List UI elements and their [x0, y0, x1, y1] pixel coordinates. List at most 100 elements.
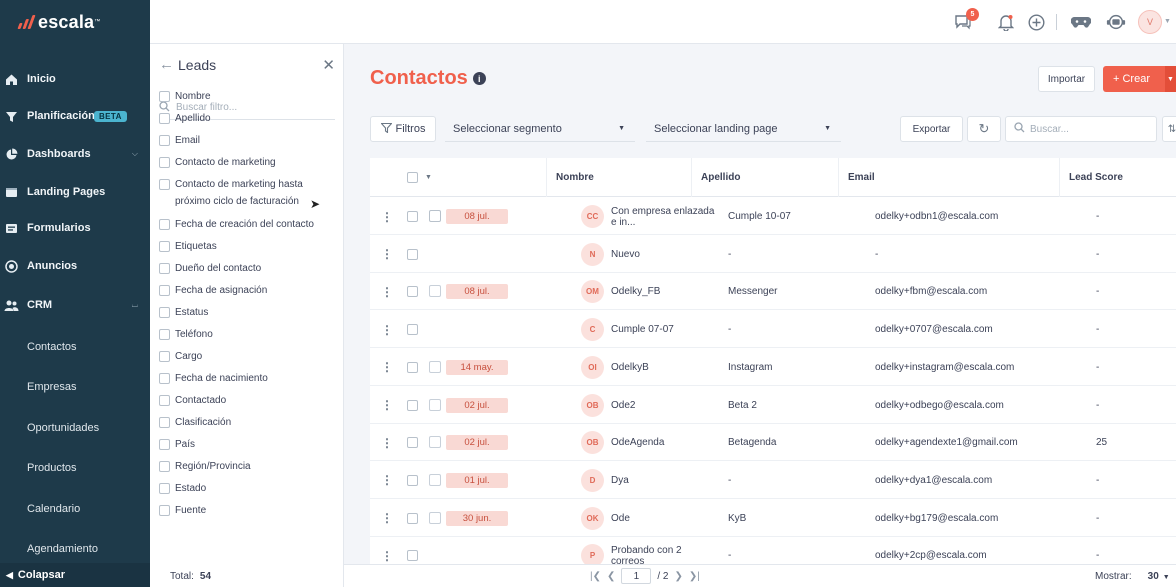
- filter-field-checkbox[interactable]: [159, 395, 170, 406]
- sidebar-item-oportunidades[interactable]: Oportunidades: [0, 415, 150, 441]
- row-menu-icon[interactable]: ⋮: [381, 424, 393, 461]
- filter-field-checkbox[interactable]: [159, 91, 170, 102]
- filter-field-checkbox[interactable]: [159, 241, 170, 252]
- filter-field-item[interactable]: Fecha de asignación: [159, 282, 339, 299]
- table-row[interactable]: ⋮ 02 jul. OB Ode2 Beta 2 odelky+odbego@escala…: [370, 387, 1176, 424]
- messages-button[interactable]: 5: [953, 8, 979, 32]
- import-button[interactable]: Importar: [1038, 66, 1095, 92]
- filter-field-checkbox[interactable]: [159, 157, 170, 168]
- filter-field-item[interactable]: Dueño del contacto: [159, 260, 339, 277]
- add-button[interactable]: [1026, 12, 1046, 32]
- caret-down-icon[interactable]: ▼: [425, 174, 432, 181]
- column-lead-score[interactable]: Lead Score: [1059, 158, 1176, 197]
- filter-field-checkbox[interactable]: [159, 373, 170, 384]
- filter-field-item[interactable]: Fecha de nacimiento: [159, 370, 339, 387]
- games-button[interactable]: [1071, 12, 1091, 32]
- sidebar-item-landing-pages[interactable]: Landing Pages: [0, 179, 150, 205]
- filter-field-checkbox[interactable]: [159, 351, 170, 362]
- chevron-down-icon[interactable]: ▼: [1165, 66, 1176, 92]
- row-checkbox[interactable]: [407, 474, 418, 486]
- filters-button[interactable]: Filtros: [370, 116, 436, 142]
- filter-field-item[interactable]: País: [159, 436, 339, 453]
- filter-field-item[interactable]: Contacto de marketing: [159, 154, 339, 171]
- filter-field-item[interactable]: Teléfono: [159, 326, 339, 343]
- contact-name[interactable]: Con empresa enlazada e in...: [611, 198, 715, 235]
- sidebar-item-formularios[interactable]: Formularios: [0, 215, 150, 241]
- row-menu-icon[interactable]: ⋮: [381, 349, 393, 386]
- row-checkbox[interactable]: [407, 248, 418, 260]
- task-icon[interactable]: [429, 360, 441, 373]
- row-checkbox[interactable]: [407, 361, 418, 373]
- sidebar-item-contactos[interactable]: Contactos: [0, 334, 150, 360]
- filter-field-checkbox[interactable]: [159, 329, 170, 340]
- task-icon[interactable]: [429, 511, 441, 524]
- prev-page-icon[interactable]: ❮: [607, 571, 615, 582]
- landing-page-select[interactable]: Seleccionar landing page ▼: [646, 116, 841, 142]
- filter-field-checkbox[interactable]: [159, 461, 170, 472]
- sidebar-item-calendario[interactable]: Calendario: [0, 496, 150, 522]
- contacts-search-input[interactable]: [1030, 123, 1140, 135]
- columns-button[interactable]: ⇅: [1162, 116, 1176, 142]
- support-button[interactable]: [1106, 12, 1126, 32]
- column-apellido[interactable]: Apellido: [691, 158, 838, 197]
- filter-field-checkbox[interactable]: [159, 439, 170, 450]
- create-button[interactable]: + Crear ▼: [1103, 66, 1176, 92]
- filter-field-checkbox[interactable]: [159, 219, 170, 230]
- page-size-select[interactable]: 30: [1148, 571, 1159, 582]
- sidebar-item-dashboards[interactable]: Dashboards ⌵: [0, 141, 150, 167]
- filter-field-item[interactable]: Región/Provincia: [159, 458, 339, 475]
- filter-field-item[interactable]: Apellido: [159, 110, 339, 127]
- table-row[interactable]: ⋮ 08 jul. CC Con empresa enlazada e in... Cu…: [370, 198, 1176, 235]
- row-menu-icon[interactable]: ⋮: [381, 387, 393, 424]
- contact-name[interactable]: Probando con 2 correos: [611, 537, 715, 564]
- clipboard-icon[interactable]: [429, 210, 441, 222]
- row-menu-icon[interactable]: ⋮: [381, 273, 393, 310]
- row-checkbox[interactable]: [407, 437, 418, 449]
- last-page-icon[interactable]: ❯|: [689, 571, 700, 582]
- table-row[interactable]: ⋮ 02 jul. OB OdeAgenda Betagenda odelky+agend…: [370, 424, 1176, 462]
- filter-field-checkbox[interactable]: [159, 307, 170, 318]
- column-nombre[interactable]: Nombre: [546, 158, 691, 197]
- sidebar-item-empresas[interactable]: Empresas: [0, 374, 150, 400]
- table-row[interactable]: ⋮ 01 jul. D Dya - odelky+dya1@escala.com -: [370, 462, 1176, 499]
- table-row[interactable]: ⋮ 14 may. OI OdelkyB Instagram odelky+instagr…: [370, 349, 1176, 386]
- filter-field-checkbox[interactable]: [159, 179, 170, 190]
- row-checkbox[interactable]: [407, 550, 418, 562]
- task-icon[interactable]: [429, 436, 441, 449]
- table-row[interactable]: ⋮ C Cumple 07-07 - odelky+0707@escala.com -: [370, 311, 1176, 349]
- user-avatar[interactable]: V: [1138, 10, 1162, 34]
- sidebar-item-productos[interactable]: Productos: [0, 455, 150, 481]
- table-row[interactable]: ⋮ N Nuevo - - -: [370, 236, 1176, 273]
- row-checkbox[interactable]: [407, 324, 418, 336]
- page-input[interactable]: 1: [621, 568, 652, 584]
- row-checkbox[interactable]: [407, 399, 418, 411]
- next-page-icon[interactable]: ❯: [675, 571, 683, 582]
- filter-field-checkbox[interactable]: [159, 135, 170, 146]
- refresh-button[interactable]: ↻: [967, 116, 1001, 142]
- notifications-button[interactable]: [996, 12, 1016, 32]
- contact-name[interactable]: OdeAgenda: [611, 424, 715, 461]
- table-row[interactable]: ⋮ P Probando con 2 correos - odelky+2cp@esca…: [370, 537, 1176, 564]
- contact-name[interactable]: Odelky_FB: [611, 273, 715, 310]
- filter-field-checkbox[interactable]: [159, 285, 170, 296]
- contact-name[interactable]: Ode2: [611, 387, 715, 424]
- filter-field-item[interactable]: Fecha de creación del contacto: [159, 216, 339, 233]
- filter-field-item[interactable]: Email: [159, 132, 339, 149]
- table-row[interactable]: ⋮ 30 jun. OK Ode KyB odelky+bg179@escala.com -: [370, 500, 1176, 537]
- filter-field-checkbox[interactable]: [159, 505, 170, 516]
- row-menu-icon[interactable]: ⋮: [381, 500, 393, 537]
- sidebar-item-inicio[interactable]: Inicio: [0, 66, 150, 92]
- arrow-left-icon[interactable]: ←: [159, 56, 174, 73]
- sidebar-item-crm[interactable]: CRM ⌴: [0, 292, 150, 318]
- filter-field-item[interactable]: Nombre: [159, 88, 339, 105]
- filter-field-checkbox[interactable]: [159, 113, 170, 124]
- row-menu-icon[interactable]: ⋮: [381, 537, 393, 564]
- contact-name[interactable]: Dya: [611, 462, 715, 499]
- row-checkbox[interactable]: [407, 211, 418, 222]
- caret-down-icon[interactable]: ▼: [1163, 574, 1170, 581]
- sidebar-item-anuncios[interactable]: Anuncios: [0, 253, 150, 279]
- filter-field-item[interactable]: Estado: [159, 480, 339, 497]
- collapse-sidebar-button[interactable]: ◀ Colapsar: [0, 563, 150, 587]
- filter-field-checkbox[interactable]: [159, 263, 170, 274]
- filter-field-item[interactable]: Contactado: [159, 392, 339, 409]
